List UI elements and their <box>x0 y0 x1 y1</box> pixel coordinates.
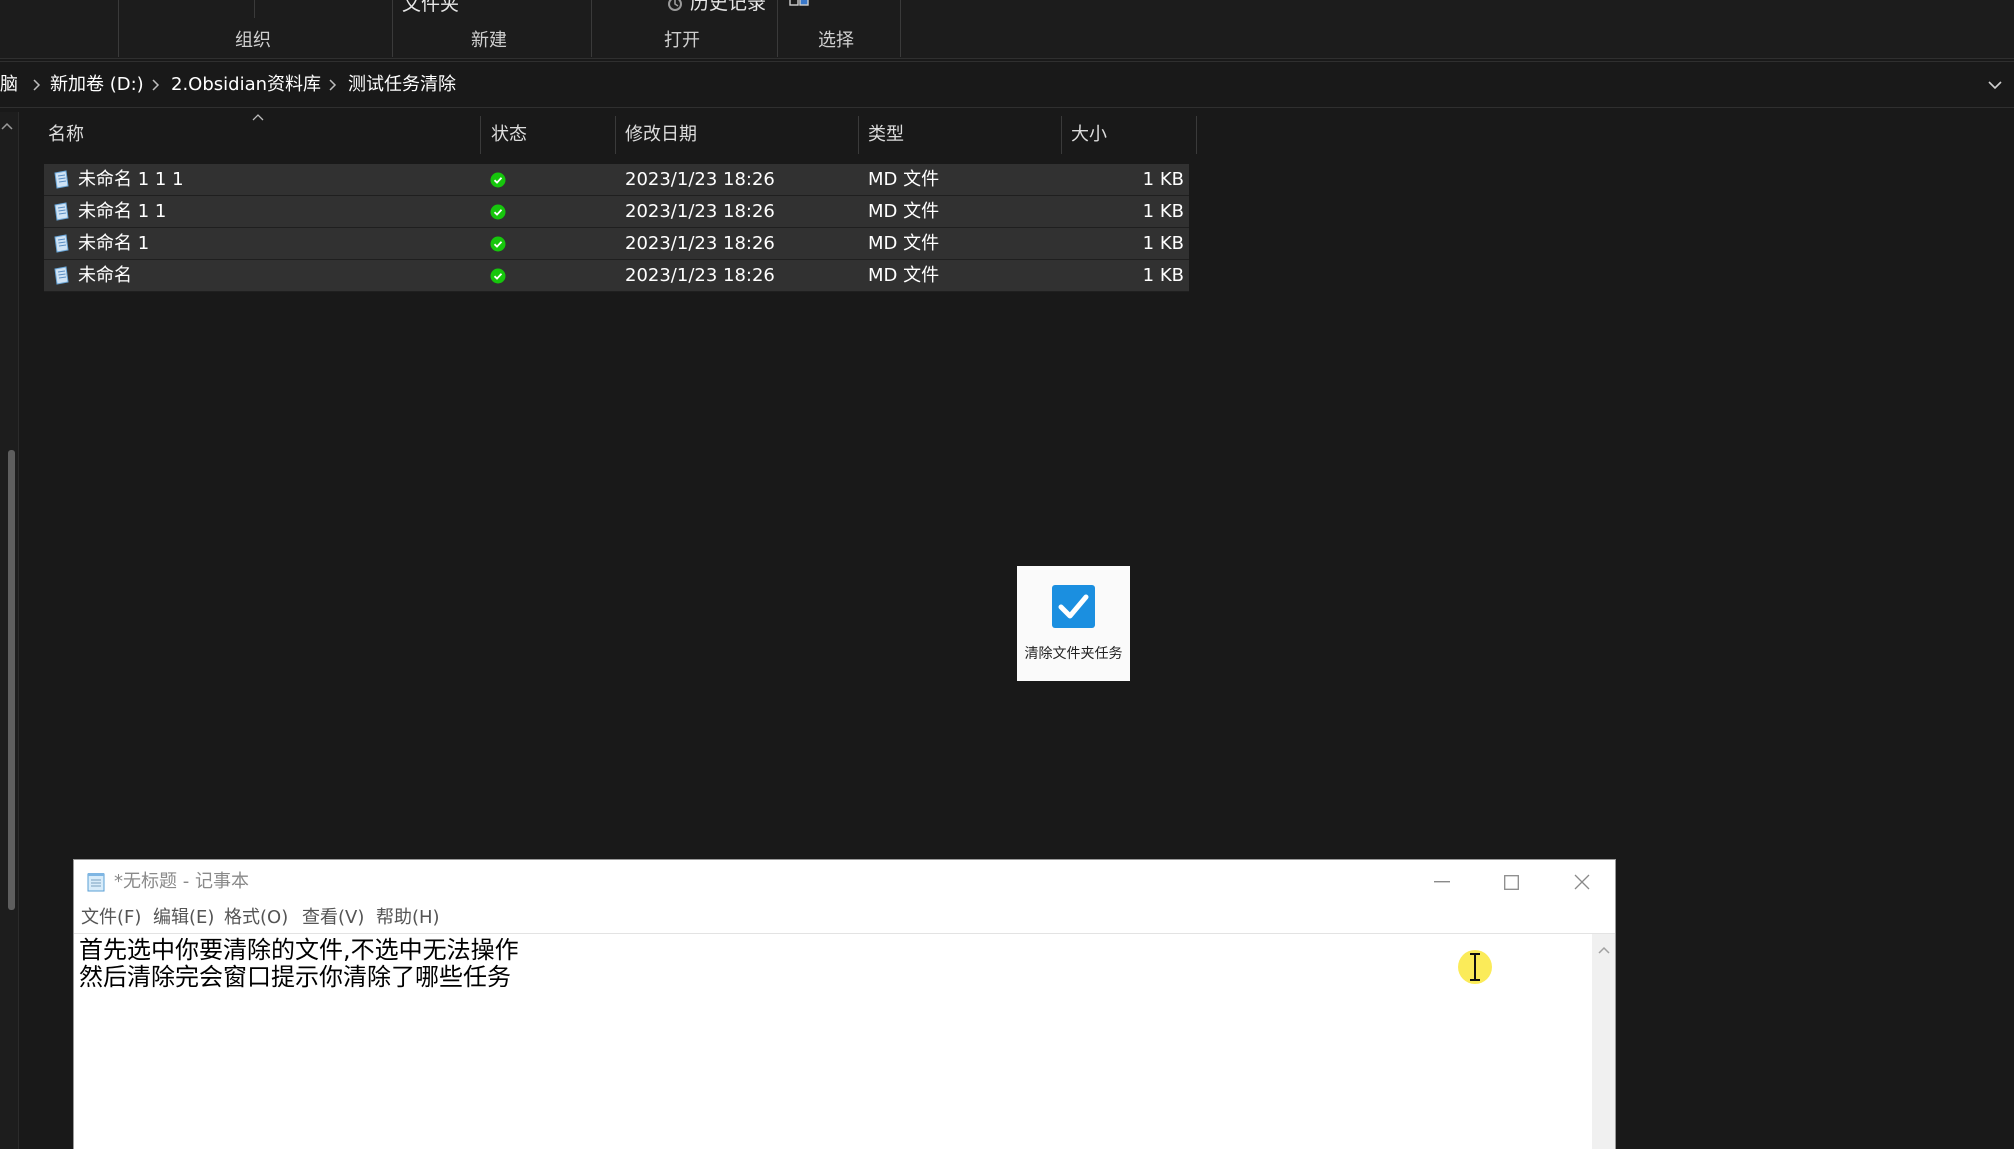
column-resize-handle[interactable] <box>1196 116 1197 154</box>
markdown-file-icon <box>54 170 69 189</box>
column-resize-handle[interactable] <box>480 116 481 154</box>
file-row[interactable]: 未命名 1 1 2023/1/23 18:26 MD 文件 1 KB <box>44 196 1189 228</box>
minimize-icon[interactable] <box>1434 881 1450 883</box>
ribbon-separator <box>900 0 901 57</box>
check-circle-icon <box>490 268 506 284</box>
file-size: 1 KB <box>1142 201 1184 222</box>
menu-edit[interactable]: 编辑(E) <box>153 907 214 929</box>
breadcrumb-separator-icon[interactable] <box>32 79 41 91</box>
blue-checkbox-icon <box>1052 585 1095 628</box>
file-date: 2023/1/23 18:26 <box>625 265 775 286</box>
file-date: 2023/1/23 18:26 <box>625 169 775 190</box>
select-all-icon[interactable] <box>789 0 809 8</box>
ribbon-separator <box>392 0 393 57</box>
file-row[interactable]: 未命名 1 2023/1/23 18:26 MD 文件 1 KB <box>44 228 1189 260</box>
file-size: 1 KB <box>1142 169 1184 190</box>
ribbon-group-new: 新建 <box>471 30 507 51</box>
file-row[interactable]: 未命名 2023/1/23 18:26 MD 文件 1 KB <box>44 260 1189 292</box>
breadcrumb-current-folder[interactable]: 测试任务清除 <box>348 73 456 97</box>
column-header-status[interactable]: 状态 <box>491 123 527 147</box>
check-circle-icon <box>490 204 506 220</box>
close-icon[interactable] <box>1574 874 1590 890</box>
history-icon <box>668 0 682 11</box>
file-type: MD 文件 <box>868 201 940 222</box>
menu-help[interactable]: 帮助(H) <box>376 907 440 929</box>
column-resize-handle[interactable] <box>858 116 859 154</box>
file-size: 1 KB <box>1142 265 1184 286</box>
markdown-file-icon <box>54 266 69 285</box>
scroll-up-arrow-icon[interactable] <box>1598 946 1610 954</box>
ribbon-group-open: 打开 <box>664 30 700 51</box>
text-line: 然后清除完会窗口提示你清除了哪些任务 <box>79 963 511 991</box>
ribbon: 文件夹 历史记录 组织 新建 打开 选择 <box>0 0 2014 59</box>
notepad-app-icon <box>87 873 105 892</box>
file-date: 2023/1/23 18:26 <box>625 233 775 254</box>
file-type: MD 文件 <box>868 169 940 190</box>
navigation-pane[interactable] <box>0 112 19 1149</box>
file-date: 2023/1/23 18:26 <box>625 201 775 222</box>
column-header-modified[interactable]: 修改日期 <box>625 123 697 147</box>
breadcrumb-drive-d[interactable]: 新加卷 (D:) <box>50 73 144 97</box>
column-resize-handle[interactable] <box>615 116 616 154</box>
column-header-size[interactable]: 大小 <box>1071 123 1107 147</box>
text-line: 首先选中你要清除的文件,不选中无法操作 <box>79 936 519 964</box>
new-folder-button[interactable]: 文件夹 <box>402 0 459 15</box>
file-type: MD 文件 <box>868 233 940 254</box>
file-type: MD 文件 <box>868 265 940 286</box>
breadcrumb-obsidian-library[interactable]: 2.Obsidian资料库 <box>171 73 321 97</box>
breadcrumb-separator-icon[interactable] <box>328 79 337 91</box>
file-name[interactable]: 未命名 1 1 <box>78 200 166 224</box>
chevron-down-icon[interactable] <box>1987 79 2003 91</box>
file-name[interactable]: 未命名 <box>78 264 132 288</box>
breadcrumb-this-pc[interactable]: 脑 <box>0 73 18 97</box>
column-header-row: 名称 状态 修改日期 类型 大小 <box>19 114 1219 154</box>
clear-folder-tasks-label: 清除文件夹任务 <box>1024 646 1123 662</box>
notepad-window[interactable]: *无标题 - 记事本 文件(F) 编辑(E) 格式(O) 查看(V) 帮助(H)… <box>73 859 1616 1149</box>
window-title: *无标题 - 记事本 <box>114 871 249 892</box>
ribbon-group-select: 选择 <box>818 30 854 51</box>
column-header-name[interactable]: 名称 <box>48 123 84 147</box>
file-row[interactable]: 未命名 1 1 1 2023/1/23 18:26 MD 文件 1 KB <box>44 164 1189 196</box>
check-circle-icon <box>490 236 506 252</box>
menu-format[interactable]: 格式(O) <box>224 907 288 929</box>
file-name[interactable]: 未命名 1 1 1 <box>78 168 184 192</box>
navigation-scrollbar-thumb[interactable] <box>8 450 15 910</box>
markdown-file-icon <box>54 234 69 253</box>
menu-view[interactable]: 查看(V) <box>302 907 364 929</box>
history-button[interactable]: 历史记录 <box>690 0 766 14</box>
text-cursor-icon <box>1470 953 1480 981</box>
column-resize-handle[interactable] <box>1061 116 1062 154</box>
column-header-type[interactable]: 类型 <box>868 123 904 147</box>
markdown-file-icon <box>54 202 69 221</box>
ribbon-separator <box>591 0 592 57</box>
sort-ascending-icon <box>252 114 264 121</box>
address-bar[interactable]: 脑 新加卷 (D:) 2.Obsidian资料库 测试任务清除 <box>0 61 2014 108</box>
scroll-up-arrow-icon[interactable] <box>1 122 13 130</box>
ribbon-group-organize: 组织 <box>235 30 271 51</box>
menu-file[interactable]: 文件(F) <box>81 907 141 929</box>
maximize-icon[interactable] <box>1504 875 1519 890</box>
ribbon-separator <box>254 0 255 18</box>
ribbon-separator <box>118 0 119 57</box>
breadcrumb-separator-icon[interactable] <box>151 79 160 91</box>
clear-folder-tasks-button[interactable]: 清除文件夹任务 <box>1017 566 1130 681</box>
file-size: 1 KB <box>1142 233 1184 254</box>
notepad-text-area[interactable]: 首先选中你要清除的文件,不选中无法操作 然后清除完会窗口提示你清除了哪些任务 <box>74 933 1615 1149</box>
file-name[interactable]: 未命名 1 <box>78 232 149 256</box>
check-circle-icon <box>490 172 506 188</box>
vertical-scrollbar[interactable] <box>1592 934 1615 1149</box>
ribbon-separator <box>777 0 778 57</box>
